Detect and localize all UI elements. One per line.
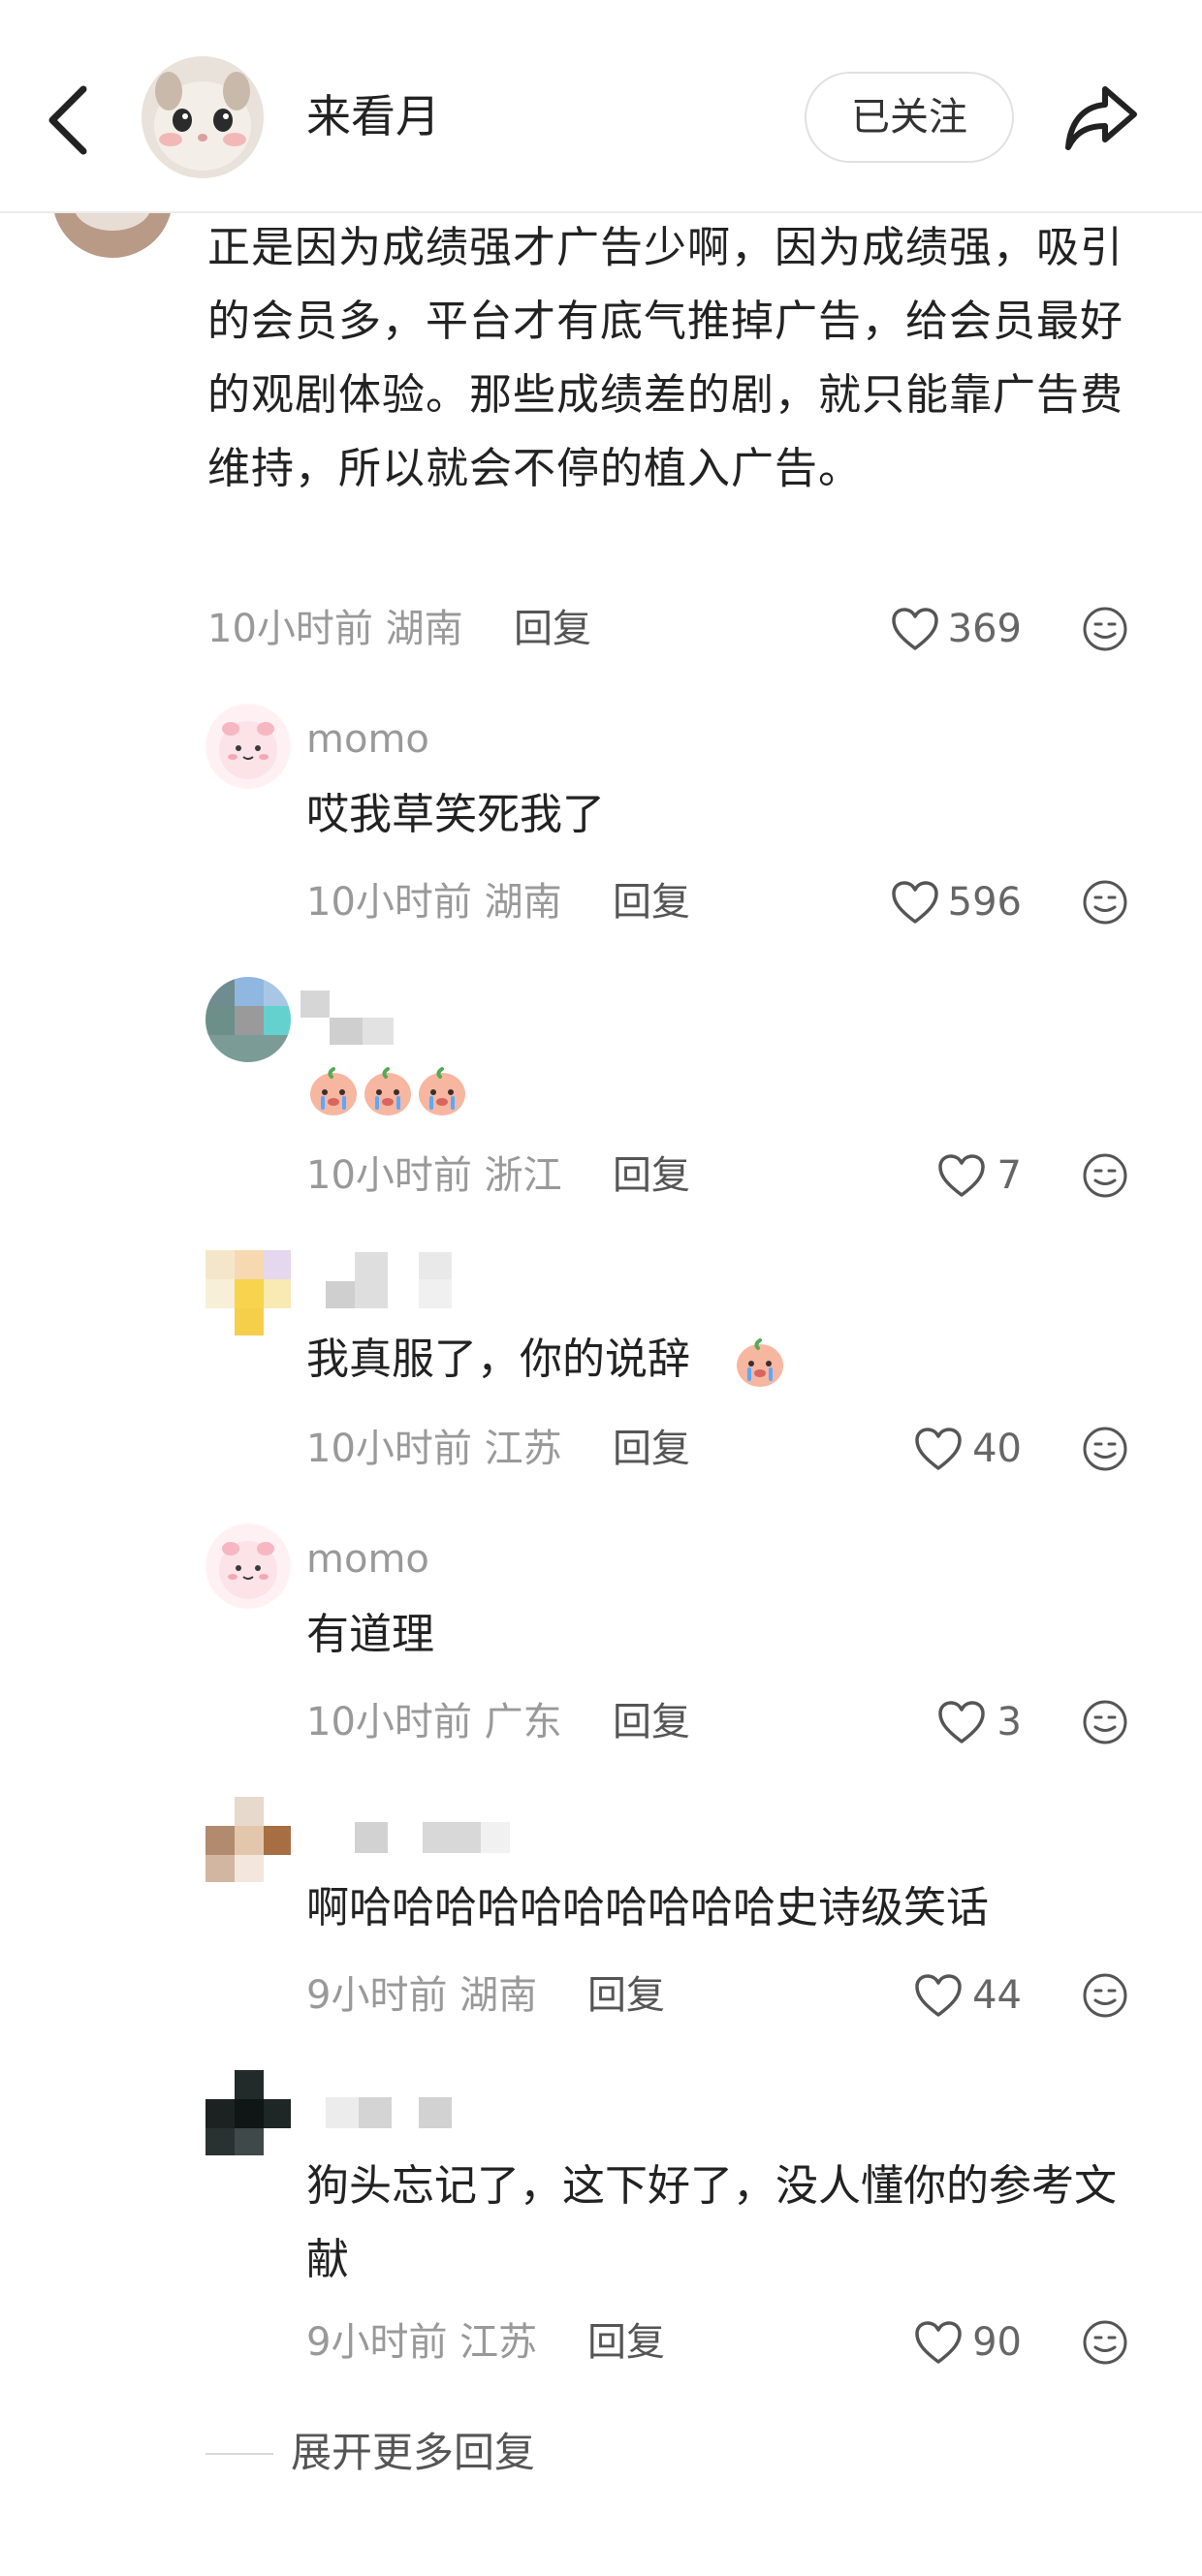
commenter-avatar[interactable] xyxy=(206,2070,291,2155)
comment-time: 9小时前 xyxy=(306,1973,448,2018)
reply-button[interactable]: 回复 xyxy=(587,2313,665,2372)
comment-time: 10小时前 xyxy=(306,1700,472,1744)
comment-meta: 10小时前 江苏 xyxy=(306,1420,562,1478)
comment-meta: 10小时前 湖南 xyxy=(207,600,463,658)
smile-face-icon[interactable] xyxy=(1082,879,1128,926)
smile-face-icon[interactable] xyxy=(1082,606,1128,652)
comment-meta: 9小时前 江苏 xyxy=(306,2313,537,2372)
comment-text: 我真服了，你的说辞 xyxy=(306,1328,690,1392)
reply-button[interactable]: 回复 xyxy=(613,1147,690,1205)
crying-face-emoji xyxy=(733,1335,787,1389)
comment-time: 10小时前 xyxy=(207,607,373,651)
smile-face-icon[interactable] xyxy=(1082,1152,1128,1199)
comment-text: 啊哈哈哈哈哈哈哈哈哈哈史诗级笑话 xyxy=(306,1883,989,1932)
like-count: 7 xyxy=(996,1153,1022,1198)
reply-button[interactable]: 回复 xyxy=(514,600,591,658)
crying-face-emoji xyxy=(306,1063,361,1117)
comment-location: 湖南 xyxy=(385,607,463,651)
blurred-username xyxy=(300,990,394,1045)
comment-location: 湖南 xyxy=(484,880,562,925)
expand-more-replies-button[interactable]: 展开更多回复 xyxy=(291,2421,535,2485)
commenter-avatar[interactable] xyxy=(206,1797,291,1882)
comment-time: 9小时前 xyxy=(306,2320,448,2365)
expand-divider xyxy=(206,2453,273,2455)
smile-face-icon[interactable] xyxy=(1082,1972,1128,2019)
top-bar: 来看月 已关注 xyxy=(0,0,1202,213)
like-count: 40 xyxy=(972,1427,1022,1471)
commenter-name[interactable]: momo xyxy=(306,1532,429,1586)
smile-face-icon[interactable] xyxy=(1082,2319,1128,2366)
share-icon[interactable] xyxy=(1060,78,1142,159)
comment-text: 正是因为成绩强才广告少啊，因为成绩强，吸引的会员多，平台才有底气推掉广告，给会员… xyxy=(207,223,1123,493)
comment-location: 广东 xyxy=(484,1700,562,1744)
author-name[interactable]: 来看月 xyxy=(306,85,440,147)
commenter-avatar[interactable] xyxy=(206,704,291,789)
comment-text: 有道理 xyxy=(306,1610,434,1659)
reply-button[interactable]: 回复 xyxy=(613,873,690,931)
crying-face-emoji xyxy=(415,1063,469,1117)
reply-button[interactable]: 回复 xyxy=(613,1420,690,1478)
blurred-username xyxy=(306,1822,510,1853)
commenter-avatar[interactable] xyxy=(206,1250,291,1335)
like-count: 596 xyxy=(947,880,1022,925)
comment-location: 湖南 xyxy=(459,1973,538,2018)
comment-time: 10小时前 xyxy=(306,1153,472,1198)
comment-meta: 10小时前 湖南 xyxy=(306,873,562,931)
commenter-avatar[interactable] xyxy=(206,977,291,1062)
comment-meta: 10小时前 广东 xyxy=(306,1693,562,1751)
smile-face-icon[interactable] xyxy=(1082,1426,1128,1472)
author-avatar[interactable] xyxy=(142,56,264,178)
smile-face-icon[interactable] xyxy=(1082,1699,1128,1745)
comment-location: 浙江 xyxy=(484,1153,562,1198)
like-count: 44 xyxy=(972,1973,1022,2018)
comment-text: 哎我草笑死我了 xyxy=(306,790,605,839)
like-count: 3 xyxy=(996,1700,1022,1744)
like-count: 369 xyxy=(947,607,1022,651)
back-arrow-icon[interactable] xyxy=(43,83,97,157)
commenter-name[interactable]: momo xyxy=(306,712,429,767)
comment-location: 江苏 xyxy=(484,1427,562,1471)
comment-location: 江苏 xyxy=(459,2320,538,2365)
follow-button[interactable]: 已关注 xyxy=(805,72,1014,163)
comment-time: 10小时前 xyxy=(306,1427,472,1471)
comment-time: 10小时前 xyxy=(306,880,472,925)
reply-button[interactable]: 回复 xyxy=(587,1966,665,2025)
comment-text: 狗头忘记了，这下好了，没人懂你的参考文献 xyxy=(306,2161,1117,2284)
commenter-avatar[interactable] xyxy=(206,1524,291,1609)
like-count: 90 xyxy=(972,2320,1022,2365)
comment-meta: 10小时前 浙江 xyxy=(306,1147,562,1205)
comment-text-content: 我真服了，你的说辞 xyxy=(306,1335,690,1384)
blurred-username xyxy=(326,2097,452,2128)
comment-meta: 9小时前 湖南 xyxy=(306,1966,537,2025)
reply-button[interactable]: 回复 xyxy=(613,1693,690,1751)
crying-face-emoji xyxy=(361,1063,415,1117)
blurred-username xyxy=(326,1252,452,1308)
